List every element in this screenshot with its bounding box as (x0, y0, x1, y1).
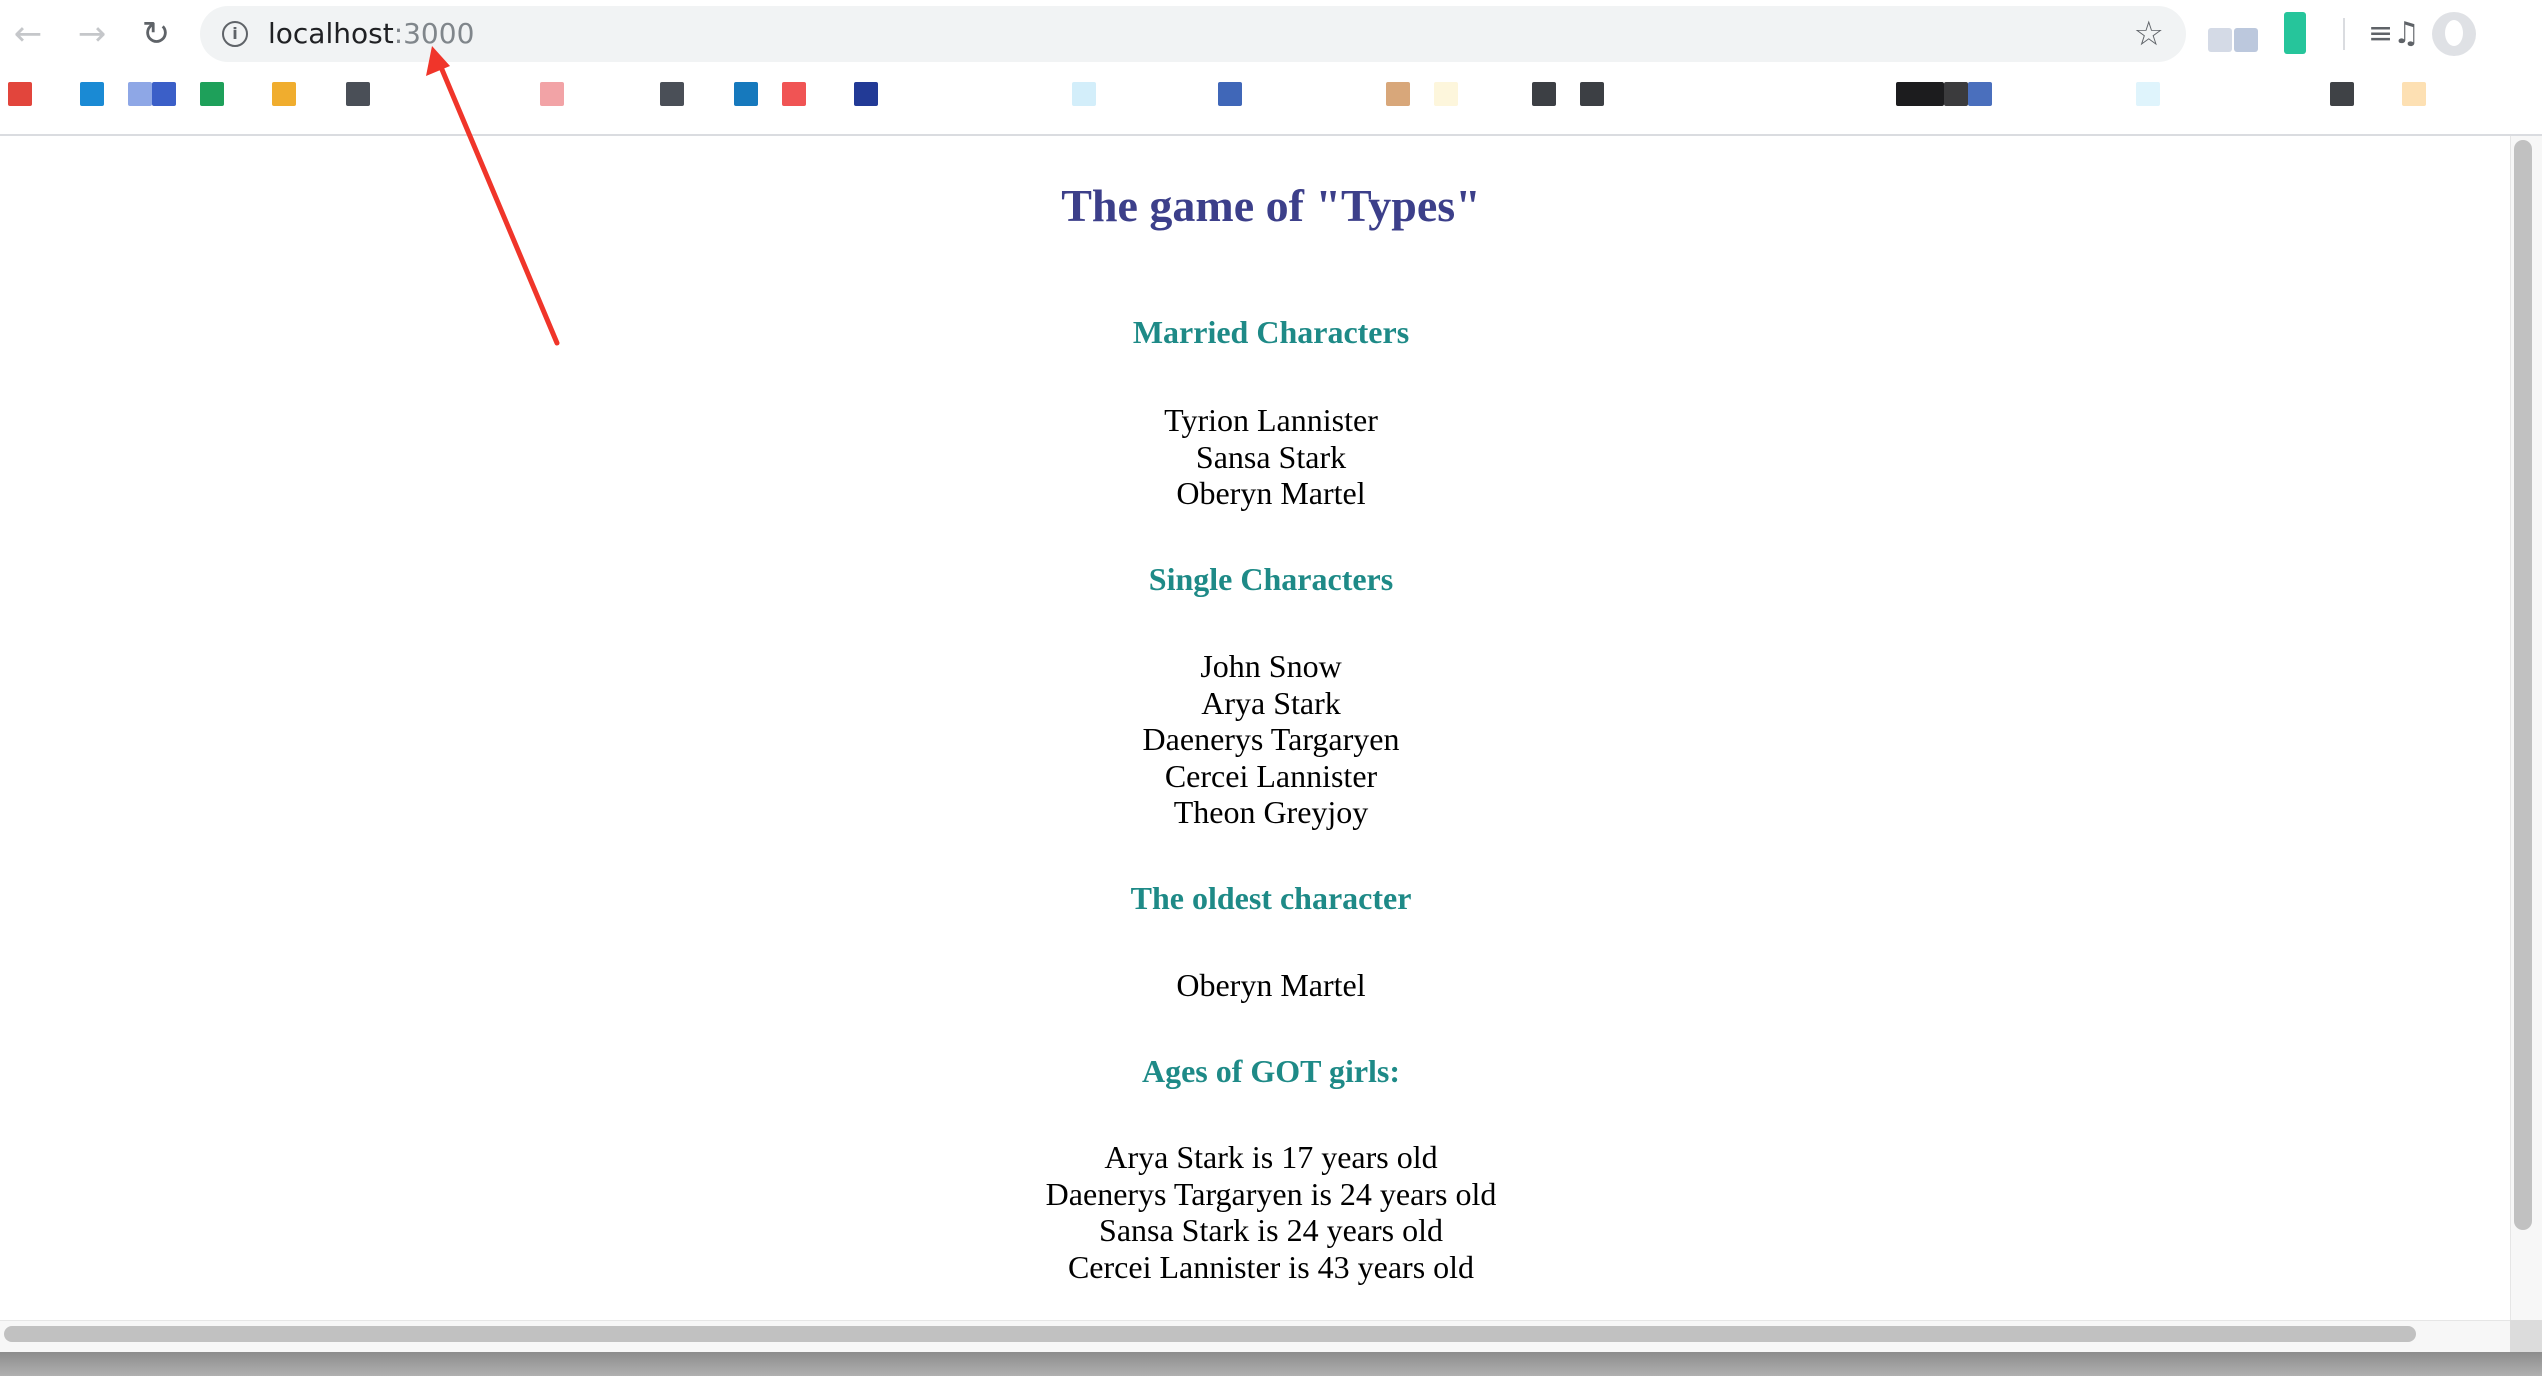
reload-icon: ↻ (141, 14, 171, 54)
bookmark-favicon-icon[interactable] (1968, 82, 1992, 106)
section-heading-single: Single Characters (1148, 561, 1394, 597)
extension-icon[interactable] (2284, 12, 2306, 54)
bookmark-favicon-icon[interactable] (660, 82, 684, 106)
list-item: Arya Stark is 17 years old (1104, 1139, 1438, 1175)
horizontal-scrollbar-thumb[interactable] (4, 1326, 2416, 1342)
bookmark-favicon-icon[interactable] (1218, 82, 1242, 106)
info-icon[interactable]: i (222, 21, 248, 47)
vertical-scrollbar-thumb[interactable] (2514, 140, 2532, 1230)
bookmark-favicon-icon[interactable] (2136, 82, 2160, 106)
bookmark-favicon-icon[interactable] (1072, 82, 1096, 106)
browser-toolbar: ← → ↻ i localhost:3000 ☆ ≡♫ (0, 0, 2542, 68)
browser-window: ← → ↻ i localhost:3000 ☆ ≡♫ The game of … (0, 0, 2542, 1376)
bookmark-favicon-icon[interactable] (1580, 82, 1604, 106)
section-heading-married: Married Characters (1132, 314, 1410, 350)
bookmark-favicon-icon[interactable] (346, 82, 370, 106)
list-item: Tyrion Lannister (1164, 402, 1378, 438)
bookmark-favicon-icon[interactable] (2330, 82, 2354, 106)
bookmark-favicon-icon[interactable] (152, 82, 176, 106)
media-queue-icon[interactable]: ≡♫ (2368, 14, 2420, 54)
section-heading-oldest: The oldest character (1130, 880, 1412, 916)
single-characters-list: John Snow Arya Stark Daenerys Targaryen … (0, 648, 2542, 831)
bookmark-favicon-icon[interactable] (8, 82, 32, 106)
profile-avatar-icon[interactable] (2432, 12, 2476, 56)
page-title: The game of "Types" (1061, 180, 1481, 231)
list-item: John Snow (1200, 648, 1342, 684)
extension-icon[interactable] (2208, 28, 2232, 52)
bookmark-favicon-icon[interactable] (1896, 82, 1944, 106)
list-item: Daenerys Targaryen (1142, 721, 1400, 757)
url-text[interactable]: localhost:3000 (268, 18, 474, 50)
list-item: Oberyn Martel (1176, 967, 1366, 1003)
window-bottom-edge (0, 1352, 2542, 1376)
ages-list: Arya Stark is 17 years old Daenerys Targ… (0, 1139, 2542, 1285)
oldest-character-list: Oberyn Martel (0, 967, 2542, 1004)
reload-button[interactable]: ↻ (134, 12, 178, 56)
bookmark-favicon-icon[interactable] (128, 82, 152, 106)
list-item: Daenerys Targaryen is 24 years old (1045, 1175, 1497, 1212)
bookmark-favicon-icon[interactable] (1386, 82, 1410, 106)
arrow-right-icon: → (77, 14, 107, 54)
bookmark-favicon-icon[interactable] (540, 82, 564, 106)
list-item: Arya Stark (1201, 684, 1341, 721)
bookmark-favicon-icon[interactable] (1532, 82, 1556, 106)
list-item: Theon Greyjoy (1173, 794, 1369, 830)
list-item: Oberyn Martel (1176, 475, 1366, 511)
forward-button[interactable]: → (70, 12, 114, 56)
back-button[interactable]: ← (6, 12, 50, 56)
url-host: localhost (268, 17, 394, 50)
list-item: Cercei Lannister is 43 years old (1067, 1248, 1475, 1285)
bookmark-favicon-icon[interactable] (1944, 82, 1968, 106)
bookmark-favicon-icon[interactable] (1434, 82, 1458, 106)
url-port: :3000 (393, 17, 475, 50)
section-heading-ages: Ages of GOT girls: (1141, 1053, 1401, 1089)
arrow-left-icon: ← (13, 14, 43, 54)
bookmark-favicon-icon[interactable] (272, 82, 296, 106)
bookmark-favicon-icon[interactable] (2402, 82, 2426, 106)
list-item: Sansa Stark (1195, 438, 1347, 475)
star-icon[interactable]: ☆ (2134, 14, 2164, 54)
scrollbar-corner (2510, 1320, 2542, 1352)
bookmark-favicon-icon[interactable] (80, 82, 104, 106)
list-item: Cercei Lannister (1164, 757, 1378, 794)
bookmark-favicon-icon[interactable] (854, 82, 878, 106)
married-characters-list: Tyrion Lannister Sansa Stark Oberyn Mart… (0, 402, 2542, 512)
bookmark-favicon-icon[interactable] (782, 82, 806, 106)
bookmark-favicon-icon[interactable] (200, 82, 224, 106)
page-viewport: The game of "Types" Married Characters T… (0, 136, 2510, 1320)
bookmark-favicon-icon[interactable] (734, 82, 758, 106)
address-bar[interactable]: i localhost:3000 ☆ (200, 6, 2186, 62)
list-item: Sansa Stark is 24 years old (1099, 1212, 1443, 1248)
extension-icon[interactable] (2234, 28, 2258, 52)
bookmarks-bar (0, 68, 2542, 136)
toolbar-divider (2343, 18, 2345, 50)
